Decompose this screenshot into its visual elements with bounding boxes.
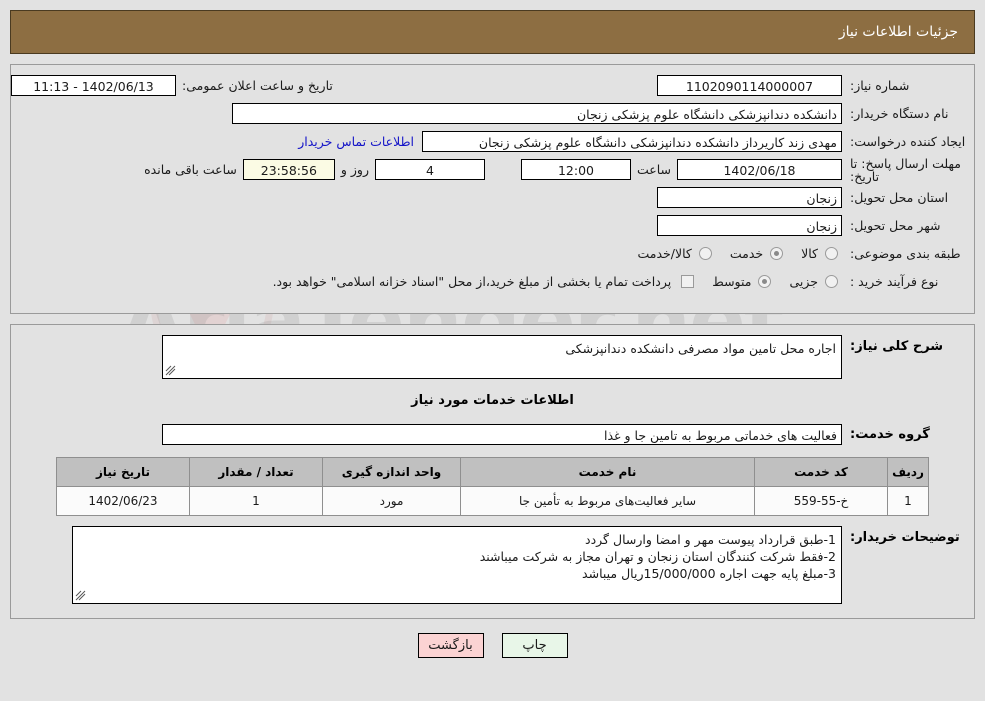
services-section-title: اطلاعات خدمات مورد نیاز: [411, 393, 574, 408]
radio-category-goods-service[interactable]: [698, 247, 712, 260]
delivery-province-row: استان محل تحویل: زنجان: [11, 185, 974, 210]
deadline-date-value: 1402/06/18: [677, 159, 842, 180]
cell-radif: 1: [887, 486, 929, 516]
need-summary-panel: شماره نیاز: 1102090114000007 تاریخ و ساع…: [10, 64, 975, 314]
cell-quantity: 1: [189, 486, 323, 516]
buyer-contact-link[interactable]: اطلاعات تماس خریدار: [290, 134, 422, 149]
th-radif: ردیف: [887, 457, 929, 487]
delivery-city-row: شهر محل تحویل: زنجان: [11, 213, 974, 238]
buyer-org-value: دانشکده دندانپزشکی دانشگاه علوم پزشکی زن…: [232, 103, 842, 124]
resize-grip-icon: [165, 365, 176, 376]
radio-process-minor[interactable]: [825, 275, 838, 288]
remaining-days-value: 4: [374, 159, 485, 180]
th-need-date: تاریخ نیاز: [56, 457, 190, 487]
remaining-hours-label: ساعت باقی مانده: [144, 162, 237, 177]
radio-category-service[interactable]: [770, 247, 784, 260]
countdown-timer-value: 23:58:56: [242, 159, 335, 180]
delivery-province-value: زنجان: [657, 187, 842, 208]
th-quantity: تعداد / مقدار: [189, 457, 323, 487]
need-details-panel: شرح کلی نیاز: اجاره محل تامین مواد مصرفی…: [10, 324, 975, 619]
service-group-row: گروه خدمت: فعالیت های خدماتی مربوط به تا…: [11, 422, 974, 447]
page-root: جزئیات اطلاعات نیاز شماره نیاز: 11020901…: [0, 10, 985, 658]
cell-need-date: 1402/06/23: [56, 486, 190, 516]
delivery-city-value: زنجان: [657, 215, 842, 236]
resize-grip-icon: [75, 590, 86, 601]
response-deadline-label: مهلت ارسال پاسخ: تا تاریخ:: [850, 155, 961, 184]
response-deadline-row: مهلت ارسال پاسخ: تا تاریخ: 1402/06/18 سا…: [11, 155, 974, 184]
radio-category-goods-label: کالا: [801, 246, 818, 261]
request-creator-row: ایجاد کننده درخواست: مهدی زند کاریرداز د…: [11, 129, 974, 154]
print-button[interactable]: چاپ: [501, 633, 568, 658]
th-unit: واحد اندازه گیری: [322, 457, 461, 487]
checkbox-islamic-treasury-bonds[interactable]: [681, 275, 695, 288]
deadline-time-value: 12:00: [520, 159, 631, 180]
radio-category-service-label: خدمت: [729, 246, 764, 261]
general-description-row: شرح کلی نیاز: اجاره محل تامین مواد مصرفی…: [11, 335, 974, 379]
announcement-label: تاریخ و ساعت اعلان عمومی:: [182, 78, 333, 93]
cell-service-code: خ-55-559: [754, 486, 888, 516]
service-items-table: ردیف کد خدمت نام خدمت واحد اندازه گیری ت…: [56, 457, 929, 516]
page-title: جزئیات اطلاعات نیاز: [838, 24, 958, 40]
radio-process-medium[interactable]: [758, 275, 772, 288]
buyer-org-row: نام دستگاه خریدار: دانشکده دندانپزشکی دا…: [11, 101, 974, 126]
subject-category-row: طبقه بندی موضوعی: کالا خدمت کالا/خدمت: [11, 241, 974, 266]
need-number-value: 1102090114000007: [657, 75, 842, 96]
buyer-notes-textarea[interactable]: 1-طبق قرارداد پیوست مهر و امضا وارسال گر…: [72, 526, 842, 604]
general-description-textarea[interactable]: اجاره محل تامین مواد مصرفی دانشکده دندان…: [162, 335, 842, 379]
service-group-label: گروه خدمت:: [850, 427, 930, 442]
service-group-value: فعالیت های خدماتی مربوط به تامین جا و غذ…: [162, 424, 842, 445]
days-word-label: روز و: [340, 162, 369, 177]
purchase-process-label: نوع فرآیند خرید :: [850, 273, 939, 289]
service-items-table-wrap: ردیف کد خدمت نام خدمت واحد اندازه گیری ت…: [11, 457, 974, 516]
footer-actions: چاپ بازگشت: [0, 633, 985, 658]
buyer-notes-row: توضیحات خریدار: 1-طبق قرارداد پیوست مهر …: [11, 526, 974, 604]
need-number-row: شماره نیاز: 1102090114000007 تاریخ و ساع…: [11, 73, 974, 98]
islamic-treasury-note: پرداخت تمام یا بخشی از مبلغ خرید،از محل …: [272, 274, 672, 289]
request-creator-label: ایجاد کننده درخواست:: [850, 133, 966, 149]
radio-process-medium-label: متوسط: [712, 274, 752, 289]
radio-process-minor-label: جزیی: [789, 274, 818, 289]
request-creator-value: مهدی زند کاریرداز دانشکده دندانپزشکی دان…: [422, 131, 842, 152]
table-row: 1 خ-55-559 سایر فعالیت‌های مربوط به تأمی…: [56, 486, 929, 516]
radio-category-goods[interactable]: [825, 247, 838, 260]
subject-category-label: طبقه بندی موضوعی:: [850, 245, 961, 261]
th-service-code: کد خدمت: [754, 457, 888, 487]
announcement-value: 1402/06/13 - 11:13: [11, 75, 176, 96]
page-header-bar: جزئیات اطلاعات نیاز: [10, 10, 975, 54]
hour-label: ساعت: [636, 162, 671, 177]
buyer-notes-label: توضیحات خریدار:: [850, 530, 960, 545]
cell-service-name: سایر فعالیت‌های مربوط به تأمین جا: [460, 486, 755, 516]
buyer-org-label: نام دستگاه خریدار:: [850, 105, 949, 121]
th-service-name: نام خدمت: [460, 457, 755, 487]
radio-category-goods-service-label: کالا/خدمت: [637, 246, 692, 261]
delivery-province-label: استان محل تحویل:: [850, 189, 949, 205]
back-button[interactable]: بازگشت: [417, 633, 484, 658]
delivery-city-label: شهر محل تحویل:: [850, 217, 941, 233]
table-header-row: ردیف کد خدمت نام خدمت واحد اندازه گیری ت…: [56, 457, 929, 487]
general-description-label: شرح کلی نیاز:: [850, 339, 944, 354]
cell-unit: مورد: [322, 486, 461, 516]
purchase-process-row: نوع فرآیند خرید : جزیی متوسط پرداخت تمام…: [11, 269, 974, 294]
need-number-label: شماره نیاز:: [850, 77, 910, 93]
